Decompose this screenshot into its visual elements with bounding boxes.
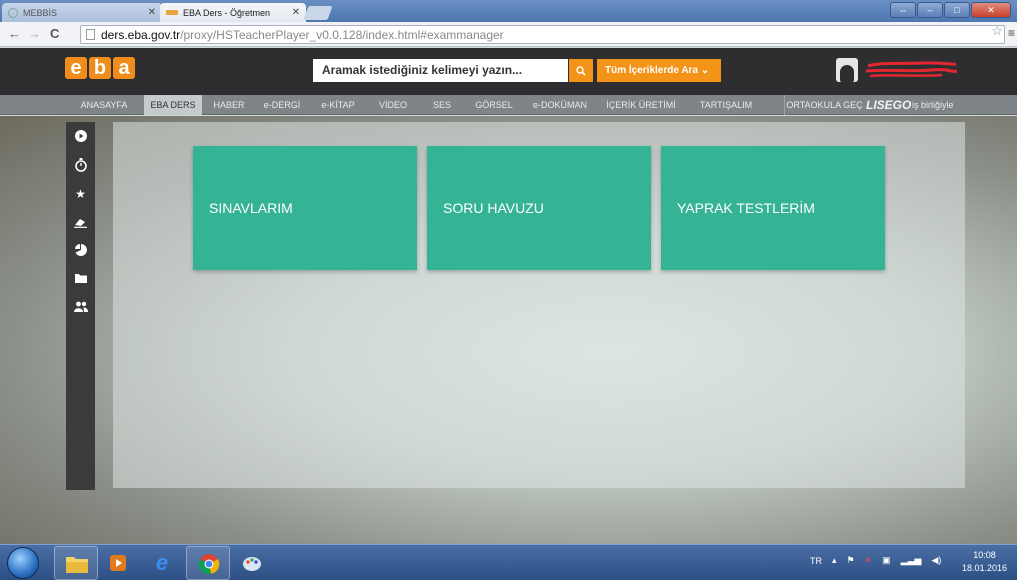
tab-label: EBA Ders - Öğretmen <box>183 7 271 18</box>
search-category-dropdown[interactable]: Tüm İçeriklerde Ara ⌄ <box>597 59 721 82</box>
chrome-icon <box>195 550 223 578</box>
nav-icerik-uretimi[interactable]: İÇERİK ÜRETİMİ <box>598 95 684 115</box>
nav-ortaokula-gec[interactable]: ORTAOKULA GEÇ <box>784 95 864 115</box>
address-bar: ← → C ders.eba.gov.tr/proxy/HSTeacherPla… <box>0 22 1017 47</box>
taskbar-clock[interactable]: 10:08 18.01.2016 <box>962 549 1007 575</box>
user-switch-button[interactable]: ⇔ <box>890 2 916 18</box>
star-icon[interactable]: ★ <box>66 186 95 202</box>
close-tab-icon[interactable]: ✕ <box>148 7 156 18</box>
nav-ses[interactable]: SES <box>420 95 464 115</box>
explorer-taskbar-button[interactable] <box>54 546 98 580</box>
search-icon <box>576 65 586 76</box>
nav-anasayfa[interactable]: ANASAYFA <box>64 95 144 115</box>
nav-e-dokuman[interactable]: e-DOKÜMAN <box>524 95 596 115</box>
exam-sidebar: ★ <box>66 122 95 490</box>
play-icon[interactable] <box>66 128 95 144</box>
window-controls: ⇔ – □ ✕ <box>890 2 1011 18</box>
folder-icon <box>63 550 91 578</box>
username-redacted[interactable] <box>862 60 958 80</box>
clock-date: 18.01.2016 <box>961 563 1007 573</box>
users-icon[interactable] <box>66 298 95 314</box>
search-input[interactable]: Aramak istediğiniz kelimeyi yazın... <box>313 59 568 82</box>
page-icon <box>86 29 95 40</box>
mebbis-favicon-icon <box>8 7 18 18</box>
network-disconnected-icon[interactable]: ✕ <box>865 555 873 566</box>
tab-label: MEBBİS <box>23 7 58 18</box>
browser-menu-icon[interactable]: ≡ <box>1008 26 1015 40</box>
system-tray: TR ▴ ⚑ ✕ ▣ ▂▃▅ ◀) <box>810 555 941 566</box>
nav-video[interactable]: VİDEO <box>368 95 418 115</box>
action-center-flag-icon[interactable]: ⚑ <box>847 555 855 566</box>
lisego-logo[interactable]: LISEGO <box>866 98 911 112</box>
reload-icon[interactable]: C <box>50 26 59 41</box>
volume-icon[interactable]: ◀) <box>931 555 941 566</box>
back-icon[interactable]: ← <box>8 26 21 41</box>
site-header: e b a Aramak istediğiniz kelimeyi yazın.… <box>0 48 1017 95</box>
user-silhouette-icon <box>840 65 854 82</box>
internet-explorer-icon[interactable]: e <box>148 549 176 577</box>
chrome-taskbar-button[interactable] <box>186 546 230 580</box>
nav-eba-ders[interactable]: EBA DERS <box>144 95 202 115</box>
clock-time: 10:08 <box>973 550 996 560</box>
partner-text: iş birliğiyle <box>912 100 954 110</box>
logo-letter: b <box>89 57 111 79</box>
url-input[interactable]: ders.eba.gov.tr/proxy/HSTeacherPlayer_v0… <box>80 25 1005 44</box>
new-tab-button[interactable] <box>303 6 333 20</box>
avatar[interactable] <box>836 58 858 82</box>
maximize-button[interactable]: □ <box>944 2 970 18</box>
stopwatch-icon[interactable] <box>66 157 95 173</box>
paint-icon[interactable] <box>238 549 266 577</box>
bookmark-star-icon[interactable]: ☆ <box>991 23 1003 39</box>
tab-mebbis[interactable]: MEBBİS ✕ <box>2 3 162 22</box>
pie-chart-icon[interactable] <box>66 242 95 258</box>
nav-e-kitap[interactable]: e-KİTAP <box>310 95 366 115</box>
media-player-icon[interactable] <box>104 549 132 577</box>
browser-tab-strip: MEBBİS ✕ EBA Ders - Öğretmen ✕ ⇔ – □ ✕ <box>0 0 1017 22</box>
tray-expand-icon[interactable]: ▴ <box>832 555 837 566</box>
eraser-icon[interactable] <box>66 214 95 230</box>
eba-favicon-icon <box>166 10 178 15</box>
tile-sinavlarim[interactable]: SINAVLARIM <box>193 146 417 270</box>
language-indicator[interactable]: TR <box>810 556 822 566</box>
nav-haber[interactable]: HABER <box>204 95 254 115</box>
nav-e-dergi[interactable]: e-DERGİ <box>256 95 308 115</box>
folder-icon[interactable] <box>66 270 95 286</box>
tile-yaprak-testlerim[interactable]: YAPRAK TESTLERİM <box>661 146 885 270</box>
forward-icon[interactable]: → <box>28 26 41 41</box>
nav-gorsel[interactable]: GÖRSEL <box>466 95 522 115</box>
main-navigation: ANASAYFA EBA DERS HABER e-DERGİ e-KİTAP … <box>0 95 1017 115</box>
start-button[interactable] <box>7 547 39 579</box>
close-tab-icon[interactable]: ✕ <box>292 7 300 18</box>
signal-icon[interactable]: ▂▃▅ <box>901 555 922 566</box>
tab-eba-ders[interactable]: EBA Ders - Öğretmen ✕ <box>160 3 306 22</box>
device-icon[interactable]: ▣ <box>882 555 891 566</box>
tile-soru-havuzu[interactable]: SORU HAVUZU <box>427 146 651 270</box>
search-button[interactable] <box>569 59 593 82</box>
logo-letter: e <box>65 57 87 79</box>
logo-letter: a <box>113 57 135 79</box>
windows-taskbar: e TR ▴ ⚑ ✕ ▣ ▂▃▅ ◀) 10:08 18.01.2016 <box>0 544 1017 580</box>
url-host: ders.eba.gov.tr <box>101 28 181 42</box>
minimize-button[interactable]: – <box>917 2 943 18</box>
url-path: /proxy/HSTeacherPlayer_v0.0.128/index.ht… <box>180 28 504 42</box>
nav-tartisalim[interactable]: TARTIŞALIM <box>686 95 766 115</box>
close-window-button[interactable]: ✕ <box>971 2 1011 18</box>
eba-logo[interactable]: e b a <box>65 57 135 79</box>
